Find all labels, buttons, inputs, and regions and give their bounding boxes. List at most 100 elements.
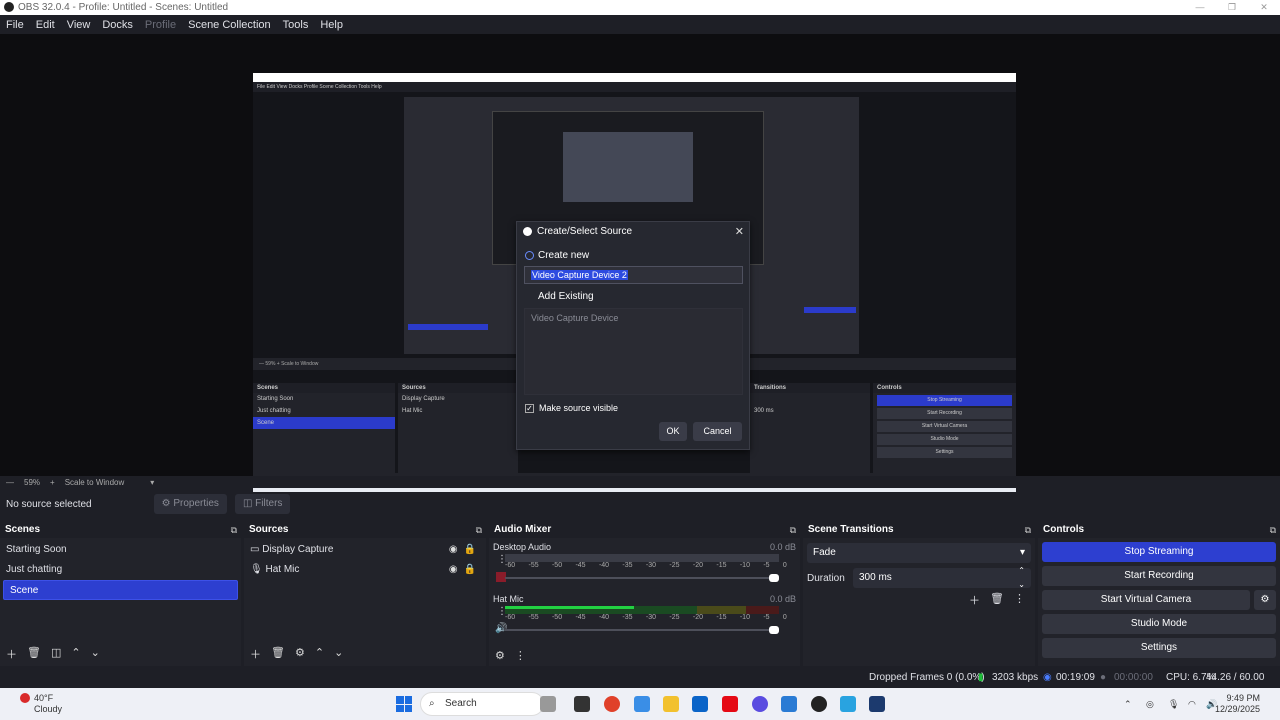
netflix-icon[interactable] bbox=[722, 696, 738, 712]
create-new-option[interactable]: Create new bbox=[525, 250, 589, 261]
scene-item-scene[interactable]: Scene bbox=[3, 580, 238, 600]
taskbar-clock[interactable]: 9:49 PM 12/29/2025 bbox=[1215, 693, 1260, 715]
spin-arrows-icon[interactable]: ⌃ ⌄ bbox=[1018, 564, 1025, 592]
taskbar-search[interactable]: ⌕ Search bbox=[420, 692, 544, 716]
existing-sources-list[interactable]: Video Capture Device bbox=[524, 308, 743, 395]
ok-button[interactable]: OK bbox=[659, 422, 687, 441]
menu-scene-collection[interactable]: Scene Collection bbox=[188, 19, 271, 31]
mic-tray-icon[interactable]: 🎙 bbox=[1168, 688, 1179, 720]
copilot-icon[interactable] bbox=[540, 696, 556, 712]
fader-knob[interactable] bbox=[769, 626, 779, 634]
move-down-icon[interactable]: ⌄ bbox=[334, 646, 343, 662]
network-icon[interactable]: ◎ bbox=[1146, 688, 1154, 720]
start-recording-button[interactable]: Start Recording bbox=[1042, 566, 1276, 586]
source-name-input[interactable]: Video Capture Device 2 bbox=[524, 266, 743, 284]
transition-menu-icon[interactable]: ⋮ bbox=[1014, 592, 1025, 608]
dock-float-icon[interactable]: ⧉ bbox=[231, 522, 237, 538]
menu-view[interactable]: View bbox=[67, 19, 91, 31]
filters-button[interactable]: ◫ Filters bbox=[234, 494, 291, 514]
app-icon[interactable] bbox=[869, 696, 885, 712]
make-visible-checkbox[interactable]: ✓ bbox=[525, 403, 534, 413]
studio-mode-button[interactable]: Studio Mode bbox=[1042, 614, 1276, 634]
duration-row: Duration 300 ms ⌃ ⌄ bbox=[807, 566, 1031, 589]
record-icon: ● bbox=[1100, 672, 1107, 683]
obs-taskbar-icon[interactable] bbox=[811, 696, 827, 712]
task-view-icon[interactable] bbox=[574, 696, 590, 712]
advanced-audio-icon[interactable]: ⚙ bbox=[495, 649, 505, 662]
app-f-icon[interactable] bbox=[840, 696, 856, 712]
volume-fader[interactable] bbox=[505, 626, 779, 634]
mixer-menu-icon[interactable]: ⋮ bbox=[515, 649, 526, 662]
zoom-in-button[interactable]: + bbox=[50, 478, 55, 487]
menu-file[interactable]: File bbox=[6, 19, 24, 31]
radio-create-new[interactable] bbox=[525, 251, 534, 260]
windows-start-icon[interactable] bbox=[396, 696, 412, 712]
tray-chevron-icon[interactable]: ⌃ bbox=[1124, 688, 1132, 720]
scale-mode-select[interactable]: Scale to Window bbox=[65, 478, 125, 487]
preview-nested-scene bbox=[408, 324, 488, 330]
menu-tools[interactable]: Tools bbox=[283, 19, 309, 31]
chrome-icon[interactable] bbox=[604, 696, 620, 712]
file-explorer-icon[interactable] bbox=[663, 696, 679, 712]
zoom-out-button[interactable]: — bbox=[6, 478, 14, 487]
minimize-button[interactable]: — bbox=[1184, 0, 1216, 15]
chat-icon[interactable] bbox=[752, 696, 768, 712]
close-icon[interactable]: ✕ bbox=[735, 225, 744, 238]
cancel-button[interactable]: Cancel bbox=[693, 422, 742, 441]
menu-docks[interactable]: Docks bbox=[102, 19, 133, 31]
menu-edit[interactable]: Edit bbox=[36, 19, 55, 31]
dock-float-icon[interactable]: ⧉ bbox=[1270, 522, 1276, 538]
duration-input[interactable]: 300 ms ⌃ ⌄ bbox=[853, 566, 1031, 589]
outlook-icon[interactable] bbox=[692, 696, 708, 712]
move-down-icon[interactable]: ⌄ bbox=[91, 646, 100, 662]
channel-name: Desktop Audio bbox=[493, 542, 552, 552]
maximize-button[interactable]: ❐ bbox=[1216, 0, 1248, 15]
volume-fader[interactable] bbox=[505, 574, 779, 582]
dock-float-icon[interactable]: ⧉ bbox=[476, 522, 482, 538]
visibility-eye-icon[interactable]: ◉ bbox=[449, 560, 458, 580]
add-transition-icon[interactable]: ＋ bbox=[969, 592, 980, 608]
scene-item-just-chatting[interactable]: Just chatting bbox=[0, 560, 241, 580]
wifi-icon[interactable]: ◠ bbox=[1188, 688, 1196, 720]
source-item-display-capture[interactable]: ▭ Display Capture ◉ 🔒 bbox=[244, 540, 486, 560]
mixer-channel-desktop-audio: Desktop Audio 0.0 dB ⋮ -60 -55 -50 -45 -40 -3… bbox=[489, 542, 800, 594]
chevron-down-icon[interactable]: ▾ bbox=[150, 478, 154, 487]
fader-knob[interactable] bbox=[769, 574, 779, 582]
start-virtual-camera-button[interactable]: Start Virtual Camera bbox=[1042, 590, 1250, 610]
menu-profile[interactable]: Profile bbox=[145, 19, 176, 31]
add-source-icon[interactable]: ＋ bbox=[250, 646, 261, 662]
lock-icon[interactable]: 🔒 bbox=[464, 560, 476, 580]
scene-item-starting-soon[interactable]: Starting Soon bbox=[0, 540, 241, 560]
remove-transition-icon[interactable]: 🗑 bbox=[990, 592, 1004, 608]
existing-source-item[interactable]: Video Capture Device bbox=[531, 313, 736, 323]
preview-scenes-dock: Scenes Starting Soon Just chatting Scene bbox=[253, 383, 395, 475]
dock-float-icon[interactable]: ⧉ bbox=[1025, 522, 1031, 538]
settings-button[interactable]: Settings bbox=[1042, 638, 1276, 658]
virtual-camera-settings-icon[interactable]: ⚙ bbox=[1254, 590, 1276, 610]
properties-button[interactable]: ⚙ Properties bbox=[153, 494, 227, 514]
stop-streaming-button[interactable]: Stop Streaming bbox=[1042, 542, 1276, 562]
remove-scene-icon[interactable]: 🗑 bbox=[27, 646, 41, 662]
edge-icon[interactable] bbox=[634, 696, 650, 712]
weather-widget[interactable]: 40°F Cloudy bbox=[34, 693, 62, 715]
add-existing-option[interactable]: Add Existing bbox=[525, 291, 594, 302]
scene-transitions-dock: Scene Transitions ⧉ Fade ▾ Duration 300 … bbox=[803, 522, 1035, 666]
level-meter bbox=[505, 606, 779, 614]
source-item-hat-mic[interactable]: 🎙 Hat Mic ◉ 🔒 bbox=[244, 560, 486, 580]
scene-filters-icon[interactable]: ◫ bbox=[51, 646, 61, 662]
window-title: OBS 32.0.4 - Profile: Untitled - Scenes:… bbox=[18, 2, 229, 13]
menu-help[interactable]: Help bbox=[320, 19, 343, 31]
visibility-eye-icon[interactable]: ◉ bbox=[449, 540, 458, 560]
dock-float-icon[interactable]: ⧉ bbox=[790, 522, 796, 538]
mic-icon: 🎙 bbox=[250, 564, 263, 575]
transition-select[interactable]: Fade ▾ bbox=[807, 543, 1031, 563]
move-up-icon[interactable]: ⌃ bbox=[71, 646, 80, 662]
move-up-icon[interactable]: ⌃ bbox=[315, 646, 324, 662]
make-visible-option[interactable]: ✓ Make source visible bbox=[525, 403, 618, 413]
source-properties-icon[interactable]: ⚙ bbox=[295, 646, 305, 662]
remove-source-icon[interactable]: 🗑 bbox=[271, 646, 285, 662]
app-icon[interactable] bbox=[781, 696, 797, 712]
add-scene-icon[interactable]: ＋ bbox=[6, 646, 17, 662]
lock-icon[interactable]: 🔒 bbox=[464, 540, 476, 560]
close-window-button[interactable]: ✕ bbox=[1248, 0, 1280, 15]
